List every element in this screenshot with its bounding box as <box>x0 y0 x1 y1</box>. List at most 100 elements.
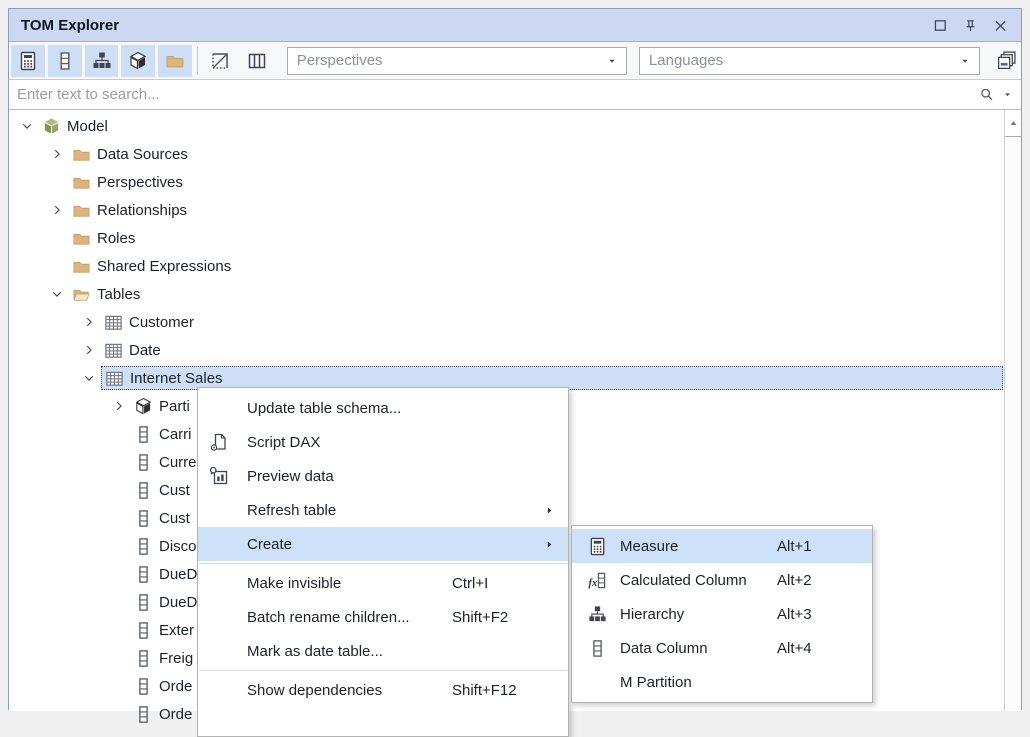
submenu-item-hierarchy[interactable]: Hierarchy Alt+3 <box>572 597 872 631</box>
chevron-right-icon[interactable] <box>107 395 131 417</box>
create-submenu: Measure Alt+1 Calculated Column Alt+2 Hi… <box>571 525 873 703</box>
indent-spacer <box>107 535 131 557</box>
tree-item-model[interactable]: Model <box>9 112 1004 140</box>
perspectives-dropdown[interactable]: Perspectives <box>287 47 627 75</box>
titlebar: TOM Explorer <box>9 9 1021 42</box>
tree-item-shared-expressions[interactable]: Shared Expressions <box>9 252 1004 280</box>
column-icon <box>131 619 155 641</box>
menu-shortcut: Alt+1 <box>777 538 812 555</box>
chevron-down-icon[interactable] <box>1003 90 1012 99</box>
chevron-down-icon <box>607 56 617 66</box>
submenu-item-data-column[interactable]: Data Column Alt+4 <box>572 631 872 665</box>
perspectives-dropdown-value: Perspectives <box>297 52 383 69</box>
window-controls <box>931 16 1021 34</box>
menu-item-create[interactable]: Create <box>198 527 568 561</box>
submenu-item-measure[interactable]: Measure Alt+1 <box>572 529 872 563</box>
cascade-windows-button[interactable] <box>991 46 1021 76</box>
tree-item-tables[interactable]: Tables <box>9 280 1004 308</box>
indent-spacer <box>107 591 131 613</box>
search-icon[interactable] <box>978 86 996 104</box>
tree-item-relationships[interactable]: Relationships <box>9 196 1004 224</box>
menu-shortcut: Alt+4 <box>777 640 812 657</box>
submenu-item-calculated-column[interactable]: Calculated Column Alt+2 <box>572 563 872 597</box>
submenu-arrow-icon <box>544 505 555 516</box>
menu-separator <box>199 563 567 564</box>
toolbar-separator <box>197 47 198 75</box>
submenu-arrow-icon <box>544 539 555 550</box>
chevron-down-icon[interactable] <box>15 115 39 137</box>
toggle-hidden-objects-button[interactable] <box>203 45 237 77</box>
search-actions <box>978 86 1021 104</box>
column-icon <box>55 51 75 71</box>
search-input[interactable] <box>9 81 978 109</box>
toolbar: Perspectives Languages <box>9 42 1021 80</box>
model-cube-icon <box>39 115 63 137</box>
menu-item-script-dax[interactable]: Script DAX <box>198 425 568 459</box>
tree-item-roles[interactable]: Roles <box>9 224 1004 252</box>
chevron-right-icon[interactable] <box>77 339 101 361</box>
table-icon <box>101 339 125 361</box>
indent-spacer <box>107 619 131 641</box>
folder-icon <box>69 255 93 277</box>
preview-data-icon <box>206 466 232 486</box>
folder-icon <box>165 51 185 71</box>
folder-icon <box>69 227 93 249</box>
measure-icon <box>18 51 38 71</box>
indent-spacer <box>45 171 69 193</box>
chevron-right-icon[interactable] <box>77 311 101 333</box>
chevron-down-icon <box>960 56 970 66</box>
tree-item-perspectives[interactable]: Perspectives <box>9 168 1004 196</box>
triangle-up-icon <box>1008 118 1019 129</box>
languages-dropdown[interactable]: Languages <box>639 47 980 75</box>
menu-item-refresh-table[interactable]: Refresh table <box>198 493 568 527</box>
toggle-metadata-columns-button[interactable] <box>240 45 274 77</box>
close-button[interactable] <box>991 16 1009 34</box>
indent-spacer <box>107 451 131 473</box>
pin-button[interactable] <box>961 16 979 34</box>
menu-shortcut: Alt+3 <box>777 606 812 623</box>
toggle-measures-button[interactable] <box>11 45 45 77</box>
toggle-columns-button[interactable] <box>48 45 82 77</box>
hierarchy-icon <box>586 605 608 624</box>
toggle-partitions-button[interactable] <box>121 45 155 77</box>
desktop-background: { "window": { "title": "TOM Explorer", "… <box>0 0 1030 710</box>
vertical-scrollbar[interactable] <box>1004 110 1021 711</box>
tree-item-date[interactable]: Date <box>9 336 1004 364</box>
indent-spacer <box>107 479 131 501</box>
toggle-folders-button[interactable] <box>158 45 192 77</box>
menu-item-make-invisible[interactable]: Make invisible Ctrl+I <box>198 566 568 600</box>
chevron-right-icon[interactable] <box>45 143 69 165</box>
calculated-column-icon <box>586 571 608 590</box>
tree-item-customer[interactable]: Customer <box>9 308 1004 336</box>
partition-icon <box>131 395 155 417</box>
toggle-hierarchies-button[interactable] <box>85 45 119 77</box>
column-icon <box>131 535 155 557</box>
hierarchy-icon <box>92 51 112 71</box>
menu-item-update-table-schema[interactable]: Update table schema... <box>198 391 568 425</box>
submenu-item-m-partition[interactable]: M Partition <box>572 665 872 699</box>
tree-item-data-sources[interactable]: Data Sources <box>9 140 1004 168</box>
menu-item-batch-rename-children[interactable]: Batch rename children... Shift+F2 <box>198 600 568 634</box>
indent-spacer <box>107 423 131 445</box>
chevron-down-icon[interactable] <box>45 283 69 305</box>
folder-icon <box>69 199 93 221</box>
measure-icon <box>586 537 608 556</box>
script-dax-icon <box>206 432 232 452</box>
search-bar <box>9 80 1021 110</box>
menu-shortcut: Ctrl+I <box>452 575 488 592</box>
column-icon <box>131 563 155 585</box>
chevron-down-icon[interactable] <box>77 367 101 389</box>
partition-icon <box>128 51 148 71</box>
menu-item-mark-as-date-table[interactable]: Mark as date table... <box>198 634 568 668</box>
languages-dropdown-value: Languages <box>649 52 723 69</box>
menu-item-preview-data[interactable]: Preview data <box>198 459 568 493</box>
menu-item-show-dependencies[interactable]: Show dependencies Shift+F12 <box>198 673 568 707</box>
tom-explorer-window: TOM Explorer Perspectives Languages <box>8 8 1022 710</box>
chevron-right-icon[interactable] <box>45 199 69 221</box>
indent-spacer <box>107 647 131 669</box>
maximize-button[interactable] <box>931 16 949 34</box>
folder-icon <box>69 143 93 165</box>
scroll-up-button[interactable] <box>1005 110 1021 137</box>
menu-shortcut: Shift+F2 <box>452 609 508 626</box>
menu-separator <box>199 670 567 671</box>
